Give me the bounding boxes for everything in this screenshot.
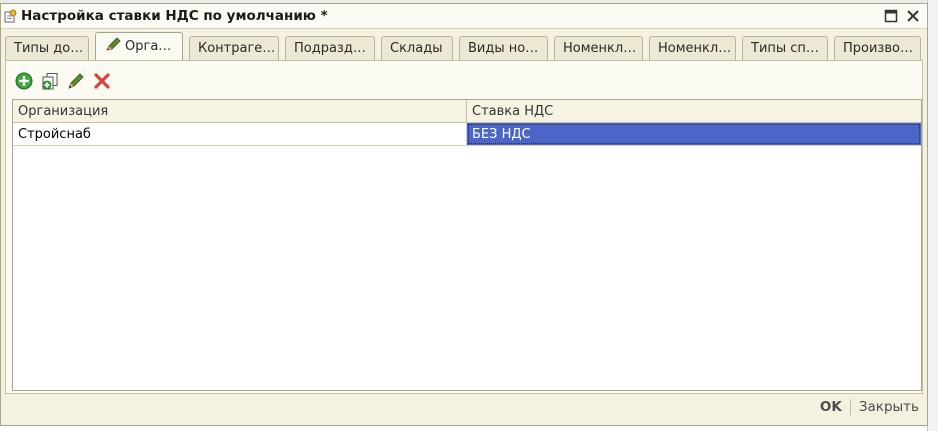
maximize-icon[interactable] [883, 8, 899, 24]
cell-vat-rate[interactable]: БЕЗ НДС [467, 123, 921, 145]
ok-button[interactable]: OK [820, 399, 842, 415]
tab-label: Орга… [125, 39, 172, 54]
tab-departments[interactable]: Подразд… [285, 36, 375, 60]
window-controls [883, 8, 921, 24]
tab-label: Типы сп… [751, 41, 819, 56]
table-row[interactable]: Стройснаб БЕЗ НДС [13, 123, 921, 146]
vat-settings-table: Организация Ставка НДС Стройснаб БЕЗ НДС [12, 99, 922, 391]
close-icon[interactable] [905, 8, 921, 24]
column-header-vat-rate[interactable]: Ставка НДС [467, 100, 921, 122]
tab-label: Типы до… [14, 41, 84, 56]
add-icon[interactable] [14, 71, 34, 91]
delete-icon[interactable] [92, 71, 112, 91]
dialog-window: Настройка ставки НДС по умолчанию * Типы… [0, 3, 928, 426]
tab-label: Произво… [843, 41, 913, 56]
dialog-footer: OK Закрыть [820, 399, 919, 415]
background-app-edge [927, 0, 938, 431]
tab-label: Склады [390, 41, 443, 56]
tab-label: Контраге… [198, 41, 276, 56]
title-bar: Настройка ставки НДС по умолчанию * [1, 4, 927, 29]
tab-nomenclature-types[interactable]: Виды но… [459, 36, 548, 60]
tab-label: Номенкл… [563, 41, 637, 56]
tab-nomenclature-1[interactable]: Номенкл… [554, 36, 643, 60]
footer-separator [849, 399, 851, 415]
tab-organizations[interactable]: Орга… [95, 32, 183, 60]
tab-nomenclature-2[interactable]: Номенкл… [649, 36, 736, 60]
table-header: Организация Ставка НДС [13, 100, 921, 123]
window-title: Настройка ставки НДС по умолчанию * [21, 8, 328, 24]
tab-label: Номенкл… [658, 41, 732, 56]
tab-content-panel: Организация Ставка НДС Стройснаб БЕЗ НДС [5, 60, 923, 394]
edit-icon[interactable] [66, 71, 86, 91]
column-header-organization[interactable]: Организация [13, 100, 467, 122]
tab-counterparties[interactable]: Контраге… [189, 36, 279, 60]
tab-document-types[interactable]: Типы до… [5, 36, 89, 60]
close-button[interactable]: Закрыть [859, 399, 919, 415]
document-gear-icon [3, 9, 17, 23]
cell-organization[interactable]: Стройснаб [13, 123, 467, 145]
tab-production[interactable]: Произво… [834, 36, 921, 60]
tab-warehouses[interactable]: Склады [381, 36, 453, 60]
copy-icon[interactable] [40, 71, 60, 91]
tab-label: Виды но… [468, 41, 539, 56]
pencil-icon [104, 36, 122, 57]
toolbar [14, 71, 112, 91]
tab-list-types[interactable]: Типы сп… [742, 36, 828, 60]
tab-label: Подразд… [294, 41, 366, 56]
tab-strip: Типы до… Орга… Контраге… Подразд… Склады… [5, 32, 921, 60]
